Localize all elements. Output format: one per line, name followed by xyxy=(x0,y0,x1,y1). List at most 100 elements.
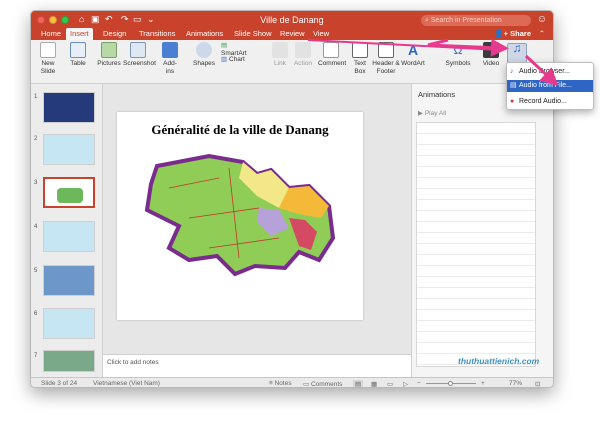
pictures-button[interactable]: Pictures xyxy=(97,42,121,68)
animations-pane-title: Animations xyxy=(418,90,456,99)
link-label: Link xyxy=(274,60,286,67)
audio-dropdown-menu: ♪ Audio Browser... ▤ Audio from File... ● R… xyxy=(506,62,594,110)
slide-sorter-button[interactable]: ▦ xyxy=(371,380,377,387)
status-bar: Slide 3 of 24 Vietnamese (Viet Nam) ≡ No… xyxy=(31,377,553,388)
video-label: Video xyxy=(482,60,500,67)
tab-insert[interactable]: Insert xyxy=(66,28,93,40)
addins-label: Add-ins xyxy=(163,60,177,75)
language-status[interactable]: Vietnamese (Viet Nam) xyxy=(93,380,160,387)
thumb-number: 7 xyxy=(34,353,38,359)
audio-browser-menu-item[interactable]: ♪ Audio Browser... xyxy=(507,66,593,78)
comment-icon xyxy=(323,42,339,58)
share-button[interactable]: 👤+ Share xyxy=(494,28,531,40)
video-icon xyxy=(483,42,499,58)
header-footer-icon xyxy=(378,42,394,58)
share-label: Share xyxy=(510,29,531,38)
record-audio-menu-item[interactable]: ● Record Audio... xyxy=(507,96,593,108)
textbox-button[interactable]: Text Box xyxy=(351,42,369,76)
tab-animations[interactable]: Animations xyxy=(186,28,223,40)
fit-slide-icon[interactable]: ⊡ xyxy=(535,380,540,387)
tab-view[interactable]: View xyxy=(313,28,329,40)
powerpoint-window: ⌂ ▣ ↶ ↷ ▭ ⌄ Ville de Danang ⌕ Search in … xyxy=(30,10,554,388)
current-slide[interactable]: Généralité de la ville de Danang xyxy=(117,112,363,320)
symbols-button[interactable]: Ω Symbols xyxy=(445,42,471,68)
screenshot-icon xyxy=(130,42,146,58)
comments-toggle[interactable]: ▭ Comments xyxy=(303,380,343,388)
link-icon xyxy=(272,42,288,58)
slide-thumbnail-3[interactable] xyxy=(43,177,95,208)
window-title-text: Ville de Danang xyxy=(260,15,324,25)
slide-thumbnail-5[interactable] xyxy=(43,265,95,296)
comments-icon: ▭ xyxy=(303,381,311,388)
audio-from-file-label: Audio from File... xyxy=(519,82,572,89)
notes-toggle[interactable]: ≡ Notes xyxy=(269,380,292,387)
insert-ribbon: New Slide Table Pictures Screenshot Add-… xyxy=(31,40,553,84)
zoom-in-button[interactable]: + xyxy=(481,380,485,387)
symbols-label: Symbols xyxy=(445,60,471,67)
slide-thumbnail-2[interactable] xyxy=(43,134,95,165)
shapes-button[interactable]: Shapes xyxy=(193,42,215,68)
pictures-label: Pictures xyxy=(97,60,121,67)
play-all-button[interactable]: ▶ Play All xyxy=(418,109,446,117)
normal-view-button[interactable]: ▤ xyxy=(353,380,364,387)
action-icon xyxy=(295,42,311,58)
tab-slide-show[interactable]: Slide Show xyxy=(234,28,272,40)
slide-thumbnails-pane[interactable]: 1 2 3 4 5 6 7 xyxy=(31,84,103,377)
link-button[interactable]: Link xyxy=(271,42,289,68)
wordart-button[interactable]: A WordArt xyxy=(401,42,425,68)
audio-button[interactable]: ♫ xyxy=(507,41,527,63)
slide-thumbnail-4[interactable] xyxy=(43,221,95,252)
play-all-label: Play All xyxy=(424,110,447,117)
chart-label: Chart xyxy=(228,56,245,63)
feedback-smiley-icon[interactable]: ☺ xyxy=(537,14,547,25)
zoom-level[interactable]: 77% xyxy=(509,380,522,387)
thumb-number: 5 xyxy=(34,268,38,274)
reading-view-button[interactable]: ▭ xyxy=(387,380,393,387)
zoom-out-button[interactable]: − xyxy=(417,380,421,387)
shapes-icon xyxy=(196,42,212,58)
notes-toggle-label: Notes xyxy=(274,380,292,387)
slide-thumbnail-1[interactable] xyxy=(43,92,95,123)
comment-button[interactable]: Comment xyxy=(318,42,347,68)
record-audio-label: Record Audio... xyxy=(519,98,567,105)
thumb-map-image xyxy=(57,188,83,203)
screenshot-button[interactable]: Screenshot xyxy=(123,42,156,68)
audio-icon: ♫ xyxy=(512,41,522,55)
shapes-label: Shapes xyxy=(193,60,216,67)
zoom-slider-handle[interactable] xyxy=(448,381,453,386)
tab-home[interactable]: Home xyxy=(41,28,61,40)
slide-title: Généralité de la ville de Danang xyxy=(151,122,329,137)
animations-list[interactable] xyxy=(416,122,536,367)
tab-transitions[interactable]: Transitions xyxy=(139,28,175,40)
title-bar: ⌂ ▣ ↶ ↷ ▭ ⌄ Ville de Danang ⌕ Search in … xyxy=(31,11,553,40)
comment-label: Comment xyxy=(318,60,347,67)
new-slide-icon xyxy=(40,42,56,58)
notes-placeholder: Click to add notes xyxy=(107,359,159,366)
notes-field[interactable]: Click to add notes xyxy=(103,354,411,377)
table-label: Table xyxy=(70,60,86,67)
new-slide-button[interactable]: New Slide xyxy=(37,42,59,76)
tab-review[interactable]: Review xyxy=(280,28,305,40)
table-button[interactable]: Table xyxy=(67,42,89,68)
search-input[interactable]: ⌕ Search in Presentation xyxy=(421,15,531,26)
action-button[interactable]: Action xyxy=(292,42,314,68)
main-area: 1 2 3 4 5 6 7 Généralité de la ville de … xyxy=(31,84,553,377)
textbox-label: Text Box xyxy=(354,60,366,75)
addins-button[interactable]: Add-ins xyxy=(159,42,181,76)
slide-canvas: Généralité de la ville de Danang xyxy=(103,84,411,354)
slide-thumbnail-7[interactable] xyxy=(43,350,95,372)
comments-toggle-label: Comments xyxy=(310,381,343,388)
chart-button[interactable]: ▥ Chart xyxy=(221,56,251,64)
collapse-ribbon-icon[interactable]: ⌃ xyxy=(539,28,545,40)
symbols-icon: Ω xyxy=(453,43,463,57)
slideshow-button[interactable]: ▷ xyxy=(403,380,408,387)
file-icon: ▤ xyxy=(510,82,517,89)
audio-from-file-menu-item[interactable]: ▤ Audio from File... xyxy=(507,80,593,92)
header-footer-button[interactable]: Header & Footer xyxy=(371,42,401,76)
thumb-number: 4 xyxy=(34,224,38,230)
tab-design[interactable]: Design xyxy=(103,28,126,40)
slide-counter: Slide 3 of 24 xyxy=(41,380,78,387)
slide-thumbnail-6[interactable] xyxy=(43,308,95,339)
music-note-icon: ♪ xyxy=(510,68,514,75)
video-button[interactable]: Video xyxy=(481,42,501,68)
